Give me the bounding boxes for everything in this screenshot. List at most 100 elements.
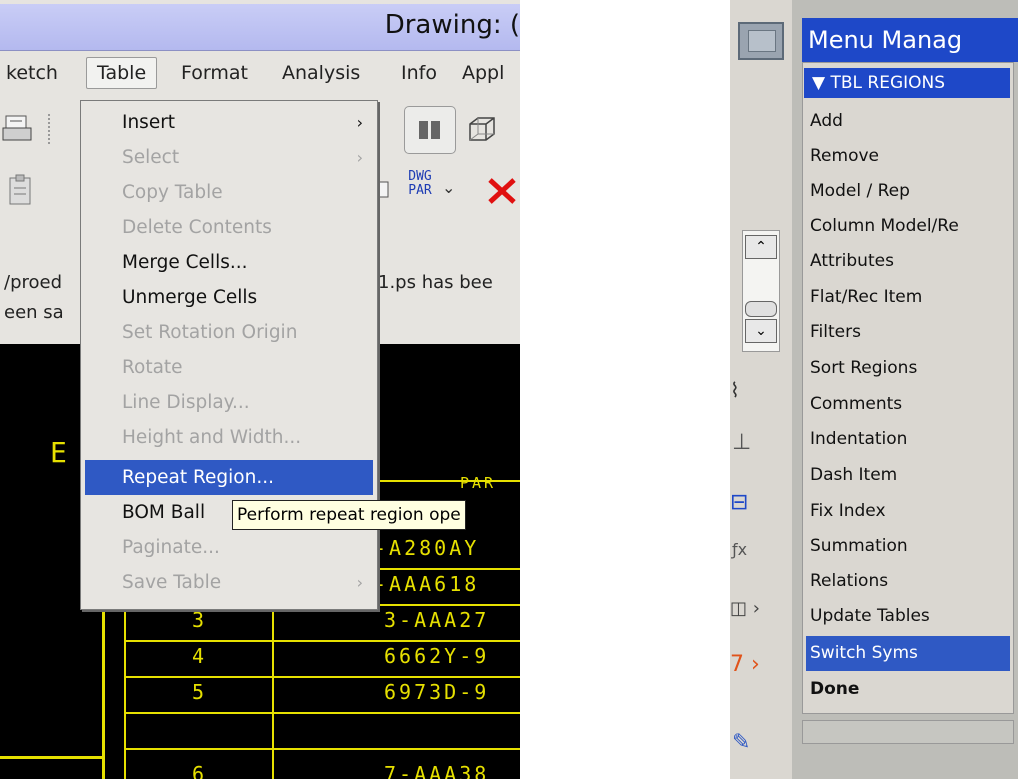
pen-icon[interactable]: ✎ <box>732 730 750 755</box>
menu-bar: ketch Table Format Analysis Info Appl <box>0 52 520 100</box>
menu-item-repeat-region[interactable]: Repeat Region... <box>85 460 373 495</box>
menu-section-header[interactable]: ▼ TBL REGIONS <box>804 68 1010 98</box>
snapshot-icon[interactable]: ◫ › <box>730 598 760 619</box>
delete-x-icon[interactable] <box>484 176 520 206</box>
print-icon[interactable] <box>2 112 36 146</box>
toolbar-separator <box>48 114 52 144</box>
mm-item-column-model[interactable]: Column Model/Re <box>806 209 1010 244</box>
scroll-thumb[interactable] <box>745 301 777 317</box>
mm-item-summation[interactable]: Summation <box>806 529 1010 564</box>
mm-item-model-rep[interactable]: Model / Rep <box>806 174 1010 209</box>
menu-format[interactable]: Format <box>181 62 248 84</box>
scroll-up-icon[interactable]: ⌃ <box>745 235 777 259</box>
menu-item-unmerge-cells[interactable]: Unmerge Cells <box>81 280 377 315</box>
mm-item-filters[interactable]: Filters <box>806 315 1010 350</box>
menu-item-save-table[interactable]: Save Table › <box>81 565 377 600</box>
menu-item-label: Select <box>122 147 180 168</box>
tooltip: Perform repeat region ope <box>232 500 466 530</box>
scrollbar[interactable]: ⌃ ⌄ <box>742 230 780 352</box>
seven-icon[interactable]: 7 › <box>730 652 760 677</box>
menu-info[interactable]: Info <box>401 62 437 84</box>
menu-sketch[interactable]: ketch <box>6 62 58 84</box>
menu-item-height-width[interactable]: Height and Width... <box>81 420 377 455</box>
collapse-triangle-icon: ▼ <box>812 73 831 93</box>
paste-icon[interactable] <box>4 172 40 212</box>
menu-item-merge-cells[interactable]: Merge Cells... <box>81 245 377 280</box>
mm-item-done[interactable]: Done <box>806 672 1010 707</box>
menu-analysis[interactable]: Analysis <box>282 62 360 84</box>
line-tool-icon[interactable]: ⌇ <box>730 378 740 402</box>
menu-item-label: BOM Ball <box>122 502 206 523</box>
table-line <box>124 676 520 678</box>
mm-item-switch-syms[interactable]: Switch Syms <box>806 636 1010 671</box>
page-icon[interactable] <box>376 180 390 200</box>
title-bar: Drawing: ( <box>0 4 520 51</box>
menu-item-line-display[interactable]: Line Display... <box>81 385 377 420</box>
menu-item-copy-table[interactable]: Copy Table <box>81 175 377 210</box>
table-cell-part: 6973D-9 <box>384 680 490 704</box>
menu-item-delete-contents[interactable]: Delete Contents <box>81 210 377 245</box>
table-tool-icon[interactable]: ⊟ <box>730 490 748 515</box>
menu-item-label: Paginate... <box>122 537 220 558</box>
submenu-arrow-icon: › <box>356 113 363 132</box>
menu-item-label: Repeat Region... <box>122 467 274 488</box>
table-cell-index: 5 <box>192 680 208 704</box>
table-cell-part: -A280AY <box>374 536 480 560</box>
menu-manager-scrollbar[interactable] <box>802 720 1014 744</box>
menu-item-label: Rotate <box>122 357 183 378</box>
mm-item-indentation[interactable]: Indentation <box>806 422 1010 457</box>
window-button[interactable] <box>738 22 784 60</box>
menu-applications[interactable]: Appl <box>462 62 504 84</box>
menu-item-insert[interactable]: Insert › <box>81 105 377 140</box>
menu-item-set-rotation-origin[interactable]: Set Rotation Origin <box>81 315 377 350</box>
mm-item-update-tables[interactable]: Update Tables <box>806 599 1010 634</box>
dimension-icon[interactable]: ⊥ <box>732 430 751 455</box>
3d-view-icon[interactable] <box>466 114 498 144</box>
menu-item-rotate[interactable]: Rotate <box>81 350 377 385</box>
mm-item-sort-regions[interactable]: Sort Regions <box>806 351 1010 386</box>
table-line <box>124 712 520 714</box>
menu-item-label: Delete Contents <box>122 217 272 238</box>
scroll-down-icon[interactable]: ⌄ <box>745 319 777 343</box>
mm-item-add[interactable]: Add <box>806 104 1010 139</box>
layout-button[interactable] <box>404 106 456 154</box>
submenu-arrow-icon: › <box>356 573 363 592</box>
dwg-par-label: DWG PAR <box>408 169 432 198</box>
message-line-1-left: /proed <box>4 272 63 293</box>
table-cell-part: 6662Y-9 <box>384 644 490 668</box>
dropdown-arrow-icon[interactable]: ⌄ <box>442 178 455 197</box>
table-line <box>124 748 520 750</box>
formula-icon[interactable]: ƒx <box>732 540 747 559</box>
table-cell-part: 7-AAA38 <box>384 762 490 779</box>
side-toolbar-strip: ⌃ ⌄ ⌇ ⊥ ⊟ ƒx ◫ › 7 › ✎ <box>730 0 792 779</box>
mm-item-relations[interactable]: Relations <box>806 564 1010 599</box>
menu-item-label: Merge Cells... <box>122 252 248 273</box>
menu-item-label: Line Display... <box>122 392 250 413</box>
window-title: Drawing: ( <box>384 10 520 40</box>
menu-table[interactable]: Table <box>86 57 158 89</box>
menu-item-paginate[interactable]: Paginate... <box>81 530 377 565</box>
mm-item-attributes[interactable]: Attributes <box>806 244 1010 279</box>
table-header-partial: PAR <box>460 474 497 492</box>
drawing-letter: E <box>50 436 67 469</box>
mm-item-dash-item[interactable]: Dash Item <box>806 458 1010 493</box>
menu-section-label: TBL REGIONS <box>830 73 946 93</box>
menu-item-label: Insert <box>122 112 176 133</box>
mm-item-flat-rec-item[interactable]: Flat/Rec Item <box>806 280 1010 315</box>
table-menu-dropdown: Insert › Select › Copy Table Delete Cont… <box>80 100 378 610</box>
menu-manager-window: ⌃ ⌄ ⌇ ⊥ ⊟ ƒx ◫ › 7 › ✎ Menu Manag ▼ TBL … <box>730 0 1018 779</box>
drawing-window: Drawing: ( ketch Table Format Analysis I… <box>0 0 520 779</box>
table-cell-index: 4 <box>192 644 208 668</box>
menu-item-label: Save Table <box>122 572 222 593</box>
table-cell-part: 3-AAA27 <box>384 608 490 632</box>
menu-item-label: Copy Table <box>122 182 223 203</box>
mm-item-comments[interactable]: Comments <box>806 387 1010 422</box>
mm-item-remove[interactable]: Remove <box>806 139 1010 174</box>
mm-item-fix-index[interactable]: Fix Index <box>806 494 1010 529</box>
table-cell-index: 3 <box>192 608 208 632</box>
table-cell-index: 6 <box>192 762 208 779</box>
dwg-par-icon[interactable]: DWG PAR <box>404 170 436 198</box>
table-line <box>124 640 520 642</box>
menu-item-select[interactable]: Select › <box>81 140 377 175</box>
border-line <box>0 756 102 759</box>
